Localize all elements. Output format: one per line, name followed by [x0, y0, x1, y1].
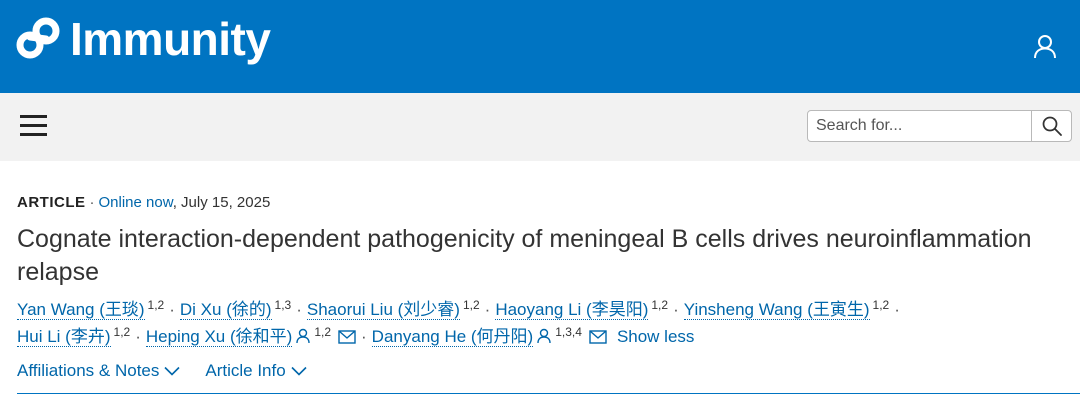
online-now-link[interactable]: Online now	[99, 194, 173, 211]
article-info-tabs: Affiliations & Notes Article Info	[17, 359, 1063, 383]
search-button[interactable]	[1031, 111, 1071, 141]
chevron-down-icon	[291, 366, 307, 376]
author-name[interactable]: Heping Xu (徐和平)	[145, 327, 293, 347]
meta-separator: ·	[89, 194, 95, 211]
corresponding-author-icon[interactable]	[295, 328, 311, 344]
article-header: ARTICLE · Online now, July 15, 2025 Cognat…	[0, 194, 1080, 383]
author-name[interactable]: Haoyang Li (李昊阳)	[495, 300, 649, 320]
site-header: Immunity	[0, 0, 1080, 93]
chevron-down-icon	[164, 366, 180, 376]
corresponding-author-icon[interactable]	[536, 328, 552, 344]
divider	[17, 393, 1080, 394]
search-box	[807, 110, 1072, 142]
brand-name: Immunity	[70, 13, 271, 65]
author-separator: ·	[135, 327, 141, 346]
tab-affiliations-notes[interactable]: Affiliations & Notes	[17, 361, 180, 381]
article-type: ARTICLE	[17, 194, 86, 211]
author-affiliation: 1,3,4	[555, 325, 582, 339]
article-title: Cognate interaction-dependent pathogenic…	[17, 225, 1032, 286]
author-name[interactable]: Hui Li (李卉)	[17, 327, 111, 347]
tab-label: Article Info	[205, 361, 286, 380]
author-name[interactable]: Danyang He (何丹阳)	[371, 327, 534, 347]
hamburger-menu-icon[interactable]	[20, 115, 47, 137]
tab-label: Affiliations & Notes	[17, 361, 160, 380]
author-separator: ·	[484, 300, 491, 319]
author-separator: ·	[673, 300, 679, 319]
user-icon[interactable]	[1030, 32, 1060, 62]
author-affiliation: 1,2	[113, 325, 131, 339]
search-icon	[1042, 116, 1062, 136]
author-separator: ·	[296, 300, 302, 319]
author-name[interactable]: Yan Wang (王琰)	[17, 300, 145, 320]
cell-press-logo-icon	[16, 17, 60, 59]
email-icon[interactable]	[589, 330, 607, 344]
author-affiliation: 1,3	[274, 298, 292, 312]
show-less-link[interactable]: Show less	[617, 327, 694, 346]
author-affiliation: 1,2	[651, 298, 669, 312]
author-affiliation: 1,2	[872, 298, 890, 312]
email-icon[interactable]	[338, 330, 356, 344]
author-separator: ·	[169, 300, 175, 319]
tab-article-info[interactable]: Article Info	[205, 361, 307, 381]
author-affiliation: 1,2	[147, 298, 165, 312]
author-name[interactable]: Shaorui Liu (刘少睿)	[306, 300, 460, 320]
author-list: Yan Wang (王琰) 1,2 · Di Xu (徐的) 1,3 · Shaorui L…	[17, 296, 1063, 350]
author-affiliation: 1,2	[314, 325, 331, 339]
search-input[interactable]	[808, 111, 1031, 141]
article-meta: ARTICLE · Online now, July 15, 2025	[17, 194, 1063, 212]
author-affiliation: 1,2	[462, 298, 480, 312]
toolbar	[0, 93, 1080, 161]
publication-date: , July 15, 2025	[172, 194, 271, 211]
author-name[interactable]: Yinsheng Wang (王寅生)	[683, 300, 870, 320]
author-separator: ·	[894, 300, 900, 319]
author-separator: ·	[361, 327, 367, 346]
author-name[interactable]: Di Xu (徐的)	[179, 300, 272, 320]
brand-logo[interactable]: Immunity	[16, 13, 271, 65]
